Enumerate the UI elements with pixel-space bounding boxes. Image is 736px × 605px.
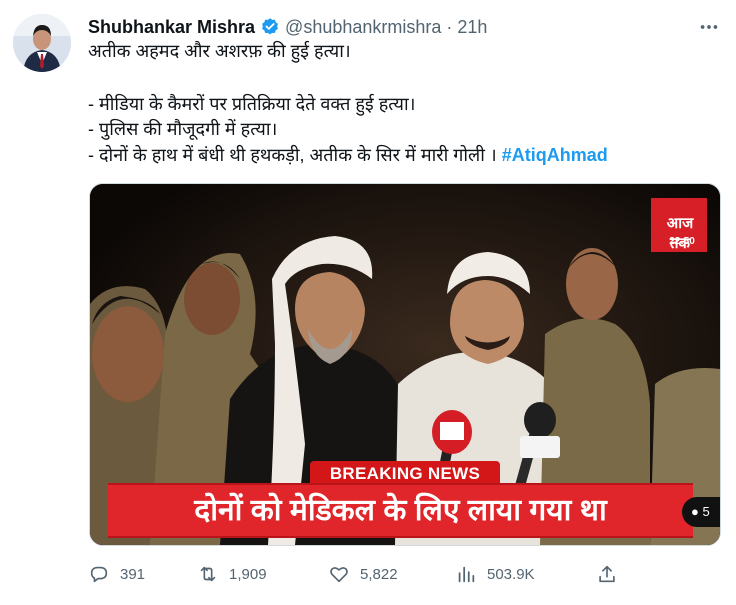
tweet-text-line-3: - पुलिस की मौजूदगी में हत्या। (88, 119, 278, 139)
view-count: 503.9K (487, 565, 535, 583)
like-button[interactable]: 5,822 (328, 560, 398, 588)
person-icon: ● (691, 504, 699, 519)
retweet-button[interactable]: 1,909 (197, 560, 267, 588)
heart-icon (330, 567, 348, 583)
tweet-text-line-4: - दोनों के हाथ में बंधी थी हथकड़ी, अतीक … (88, 144, 608, 166)
tweet-text-line-4-body: - दोनों के हाथ में बंधी थी हथकड़ी, अतीक … (88, 145, 502, 165)
hashtag-link[interactable]: #AtiqAhmad (502, 145, 608, 165)
author-name[interactable]: Shubhankar Mishra (88, 17, 255, 38)
media-side-pill: ● 5 (682, 497, 720, 527)
news-headline-banner: दोनों को मेडिकल के लिए लाया गया था (108, 483, 693, 538)
reply-icon (90, 566, 108, 583)
channel-logo-text: आज तक (666, 215, 694, 252)
verified-badge-icon (262, 18, 278, 35)
tweet-media-image[interactable]: आज तक 22:50 BREAKING NEWS दोनों को मेडिक… (89, 183, 721, 546)
channel-logo-time: 22:50 (669, 236, 695, 247)
separator-dot: · (446, 16, 453, 37)
like-count: 5,822 (360, 565, 398, 583)
tweet-text-line-2: - मीडिया के कैमरों पर प्रतिक्रिया देते व… (88, 94, 416, 114)
tweet-timestamp[interactable]: 21h (457, 17, 487, 38)
views-chart-icon (458, 566, 475, 583)
share-button[interactable] (596, 560, 618, 588)
more-options-icon[interactable] (696, 16, 722, 38)
tweet-header: Shubhankar Mishra @shubhankrmishra · 21h (88, 14, 487, 40)
tweet-actions: 391 1,909 5,822 503.9K (88, 560, 718, 588)
retweet-count: 1,909 (229, 565, 267, 583)
tweet-text-line-1: अतीक अहमद और अशरफ़ की हुई हत्या। (88, 41, 351, 61)
avatar[interactable] (13, 14, 71, 72)
reply-button[interactable]: 391 (88, 560, 145, 588)
media-side-pill-count: 5 (702, 504, 710, 519)
tweet[interactable]: Shubhankar Mishra @shubhankrmishra · 21h… (0, 0, 736, 605)
reply-count: 391 (120, 565, 146, 583)
retweet-icon (200, 566, 216, 582)
views-button[interactable]: 503.9K (455, 560, 535, 588)
share-icon (599, 565, 615, 583)
author-handle[interactable]: @shubhankrmishra (285, 17, 441, 38)
